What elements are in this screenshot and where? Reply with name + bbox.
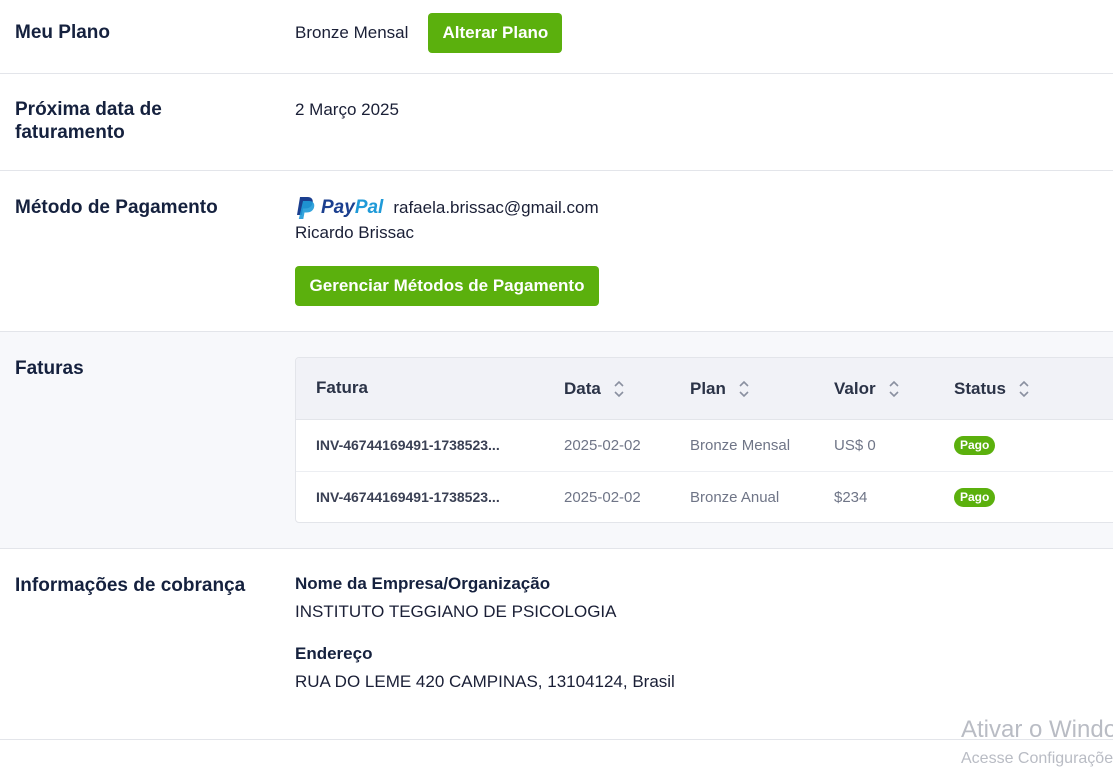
column-header-date[interactable]: Data	[564, 378, 625, 400]
billing-info-label: Informações de cobrança	[15, 575, 246, 596]
paypal-line: PayPal rafaela.brissac@gmail.com	[295, 196, 599, 220]
plan-label: Meu Plano	[15, 22, 111, 43]
invoice-plan: Bronze Mensal	[690, 437, 791, 454]
invoice-value: $234	[834, 489, 868, 506]
table-header: Fatura Data Plan Valor Status	[296, 358, 1113, 420]
invoices-label: Faturas	[15, 358, 84, 379]
change-plan-button[interactable]: Alterar Plano	[428, 13, 563, 53]
invoice-id-link[interactable]: INV-46744169491-1738523...	[316, 437, 500, 453]
invoice-date: 2025-02-02	[564, 437, 641, 454]
sort-icon[interactable]	[738, 378, 750, 400]
invoice-date: 2025-02-02	[564, 489, 641, 506]
column-header-value[interactable]: Valor	[834, 378, 900, 400]
address-block: Endereço RUA DO LEME 420 CAMPINAS, 13104…	[295, 644, 675, 692]
status-badge: Pago	[954, 488, 996, 507]
column-header-invoice: Fatura	[316, 378, 368, 397]
paypal-logo: PayPal	[295, 196, 383, 220]
billing-date-value: 2 Março 2025	[295, 100, 399, 119]
sort-icon[interactable]	[613, 378, 625, 400]
billing-info-section: Informações de cobrança Nome da Empresa/…	[0, 549, 1113, 740]
sort-icon[interactable]	[888, 378, 900, 400]
payment-section: Método de Pagamento PayPal rafaela.briss…	[0, 171, 1113, 332]
invoices-table: Fatura Data Plan Valor Status INV-467441…	[295, 357, 1113, 523]
activation-watermark-title: Ativar o Windows	[961, 716, 1113, 743]
payment-content: PayPal rafaela.brissac@gmail.com Ricardo…	[295, 196, 599, 306]
plan-content: Bronze Mensal Alterar Plano	[295, 13, 563, 53]
address-value: RUA DO LEME 420 CAMPINAS, 13104124, Bras…	[295, 672, 675, 691]
invoice-id-link[interactable]: INV-46744169491-1738523...	[316, 489, 500, 505]
sort-icon[interactable]	[1018, 378, 1030, 400]
company-block: Nome da Empresa/Organização INSTITUTO TE…	[295, 574, 616, 622]
company-value: INSTITUTO TEGGIANO DE PSICOLOGIA	[295, 602, 617, 621]
activation-watermark-subtitle: Acesse Configurações	[961, 750, 1113, 767]
invoice-value: US$ 0	[834, 437, 876, 454]
table-row: INV-46744169491-1738523... 2025-02-02 Br…	[296, 472, 1113, 522]
column-header-status[interactable]: Status	[954, 378, 1030, 400]
invoices-section: Faturas Fatura Data Plan Valor Status IN…	[0, 332, 1113, 549]
payment-label: Método de Pagamento	[15, 197, 218, 218]
payment-email: rafaela.brissac@gmail.com	[393, 198, 599, 217]
payer-name: Ricardo Brissac	[295, 223, 415, 242]
manage-payment-methods-button[interactable]: Gerenciar Métodos de Pagamento	[295, 266, 599, 306]
company-title: Nome da Empresa/Organização	[295, 574, 551, 593]
current-plan: Bronze Mensal	[295, 23, 409, 42]
paypal-wordmark: PayPal	[321, 197, 384, 218]
billing-date-label: Próxima data de faturamento	[15, 99, 162, 143]
invoice-plan: Bronze Anual	[690, 489, 780, 506]
plan-section: Meu Plano Bronze Mensal Alterar Plano	[0, 0, 1113, 74]
billing-date-section: Próxima data de faturamento 2 Março 2025	[0, 74, 1113, 171]
table-row: INV-46744169491-1738523... 2025-02-02 Br…	[296, 420, 1113, 472]
paypal-icon	[297, 197, 315, 219]
status-badge: Pago	[954, 436, 996, 455]
address-title: Endereço	[295, 644, 373, 663]
column-header-plan[interactable]: Plan	[690, 378, 750, 400]
